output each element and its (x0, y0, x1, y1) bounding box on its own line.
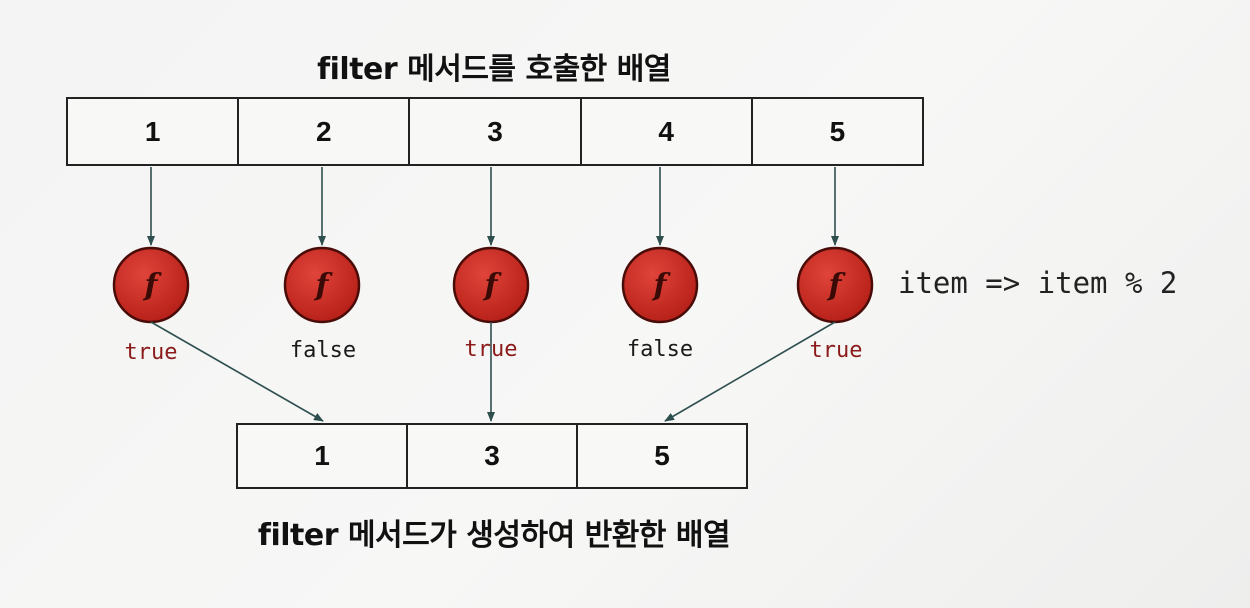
result-label-2: false (289, 338, 357, 363)
callback-circle-4: f (621, 246, 699, 324)
result-label-5: true (809, 338, 863, 363)
output-array-title: filter 메서드가 생성하여 반환한 배열 (257, 518, 731, 553)
output-cell-2: 3 (408, 425, 578, 487)
result-label-4: false (626, 337, 694, 362)
callback-circles: fffff (112, 246, 874, 324)
output-cell-3: 5 (654, 440, 670, 471)
callback-expression: item => item % 2 (898, 266, 1178, 300)
output-cell-1: 1 (238, 425, 408, 487)
callback-circle-1: f (112, 246, 190, 324)
arrows-to-callback (147, 167, 839, 246)
callback-circle-5: f (796, 246, 874, 324)
result-label-3: true (464, 337, 518, 362)
callback-circle-3: f (452, 246, 530, 324)
arrow-to-output-1 (150, 321, 324, 422)
output-array: 1 3 5 (236, 423, 748, 489)
callback-circle-2: f (283, 246, 361, 324)
result-label-1: true (124, 340, 178, 365)
